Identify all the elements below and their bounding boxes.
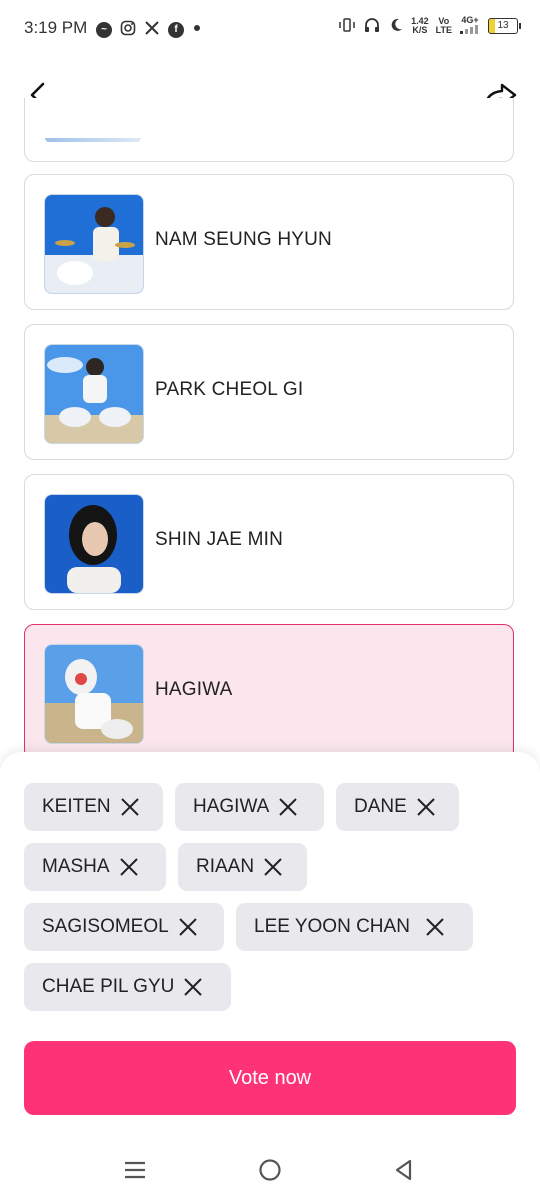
candidate-card[interactable]: SHIN JAE MIN bbox=[24, 474, 514, 610]
selected-chip[interactable]: RIAAN bbox=[178, 843, 307, 891]
system-nav-bar bbox=[0, 1140, 540, 1200]
status-bar: 3:19 PM ~ f 1.42 K/S Vo LTE 4G+ 13 bbox=[0, 0, 540, 58]
headphones-icon bbox=[363, 17, 381, 36]
signal-indicator: 4G+ bbox=[459, 16, 481, 36]
close-icon[interactable] bbox=[118, 856, 140, 878]
selected-chip[interactable]: HAGIWA bbox=[175, 783, 324, 831]
chip-label: KEITEN bbox=[42, 796, 111, 817]
volte-indicator: Vo LTE bbox=[436, 17, 452, 35]
home-circle-icon bbox=[259, 1159, 281, 1181]
selected-chip[interactable]: SAGISOMEOL bbox=[24, 903, 224, 951]
messenger-icon: ~ bbox=[96, 22, 112, 38]
close-icon[interactable] bbox=[424, 916, 446, 938]
close-icon[interactable] bbox=[182, 976, 204, 998]
recent-apps-button[interactable] bbox=[121, 1156, 149, 1184]
close-icon[interactable] bbox=[277, 796, 299, 818]
selection-sheet: KEITEN HAGIWA DANE MASHA RIAAN SAGISOMEO… bbox=[0, 752, 540, 1200]
close-icon[interactable] bbox=[415, 796, 437, 818]
candidate-photo bbox=[45, 138, 141, 142]
selected-chip[interactable]: DANE bbox=[336, 783, 459, 831]
candidate-photo bbox=[44, 194, 144, 294]
candidate-card[interactable]: PARK CHEOL GI bbox=[24, 324, 514, 460]
speed-unit: K/S bbox=[412, 25, 428, 35]
chip-label: LEE YOON CHAN bbox=[254, 916, 410, 937]
candidate-name: NAM SEUNG HYUN bbox=[155, 229, 332, 250]
selected-chip[interactable]: LEE YOON CHAN bbox=[236, 903, 473, 951]
selected-chip[interactable]: CHAE PIL GYU bbox=[24, 963, 231, 1011]
chip-label: CHAE PIL GYU bbox=[42, 976, 175, 997]
chip-label: RIAAN bbox=[196, 856, 255, 877]
chip-label: SAGISOMEOL bbox=[42, 916, 169, 937]
candidate-card[interactable]: NAM SEUNG HYUN bbox=[24, 174, 514, 310]
signal-bars-icon bbox=[460, 25, 478, 34]
candidate-name: PARK CHEOL GI bbox=[155, 379, 304, 400]
candidate-name: SHIN JAE MIN bbox=[155, 529, 284, 550]
candidate-card-selected[interactable]: HAGIWA bbox=[24, 624, 514, 760]
candidate-photo bbox=[44, 644, 144, 744]
selected-chip[interactable]: KEITEN bbox=[24, 783, 163, 831]
close-icon[interactable] bbox=[262, 856, 284, 878]
candidate-name: HAGIWA bbox=[155, 679, 233, 700]
battery-icon: 13 bbox=[488, 18, 521, 34]
vibrate-icon bbox=[338, 17, 356, 36]
candidate-card-partial[interactable] bbox=[24, 98, 514, 162]
status-time: 3:19 PM bbox=[24, 18, 88, 37]
facebook-icon: f bbox=[168, 22, 184, 38]
chip-label: MASHA bbox=[42, 856, 110, 877]
back-triangle-icon bbox=[395, 1159, 412, 1181]
instagram-icon bbox=[120, 20, 136, 40]
close-icon[interactable] bbox=[119, 796, 141, 818]
close-icon[interactable] bbox=[177, 916, 199, 938]
system-back-button[interactable] bbox=[390, 1156, 418, 1184]
candidate-photo bbox=[44, 494, 144, 594]
network-speed: 1.42 K/S bbox=[411, 17, 429, 35]
candidate-photo bbox=[44, 344, 144, 444]
chip-label: HAGIWA bbox=[193, 796, 270, 817]
network-type: 4G+ bbox=[461, 15, 479, 25]
x-icon bbox=[144, 20, 160, 40]
status-indicators: 1.42 K/S Vo LTE 4G+ 13 bbox=[338, 16, 521, 36]
dot-icon bbox=[192, 20, 202, 40]
selected-chip[interactable]: MASHA bbox=[24, 843, 166, 891]
menu-icon bbox=[125, 1161, 145, 1179]
home-button[interactable] bbox=[256, 1156, 284, 1184]
volte-bottom: LTE bbox=[435, 25, 452, 35]
vote-now-button[interactable]: Vote now bbox=[24, 1041, 516, 1115]
chip-label: DANE bbox=[354, 796, 407, 817]
status-app-icons: ~ f bbox=[96, 20, 202, 40]
moon-icon bbox=[388, 17, 404, 36]
